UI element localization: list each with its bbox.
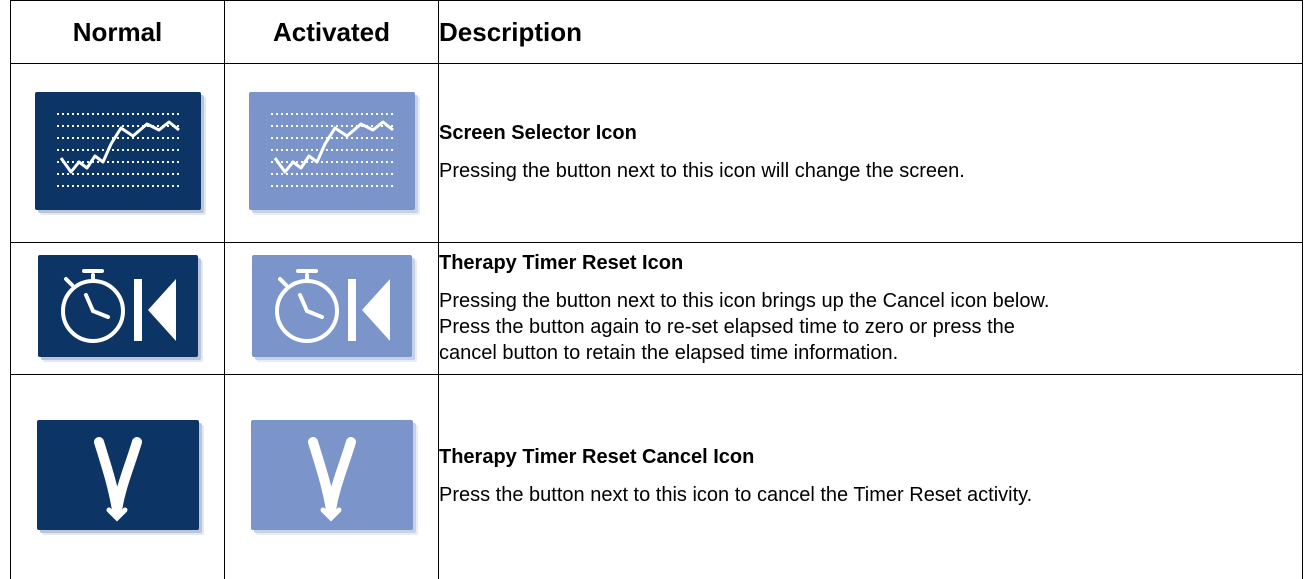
cancel-icon-normal: [36, 419, 199, 530]
table-header-row: Normal Activated Description: [10, 0, 1303, 64]
screen-selector-icon-activated: [248, 91, 415, 210]
item-description: Pressing the button next to this icon br…: [439, 289, 1050, 364]
header-activated: Activated: [224, 0, 439, 64]
header-normal: Normal: [10, 0, 225, 64]
timer-reset-icon-normal: [37, 255, 198, 357]
cancel-icon-activated: [250, 419, 413, 530]
item-title: Therapy Timer Reset Icon: [439, 251, 684, 274]
item-description: Press the button next to this icon to ca…: [439, 484, 1033, 506]
timer-reset-icon-activated: [251, 255, 412, 357]
icon-reference-table: Normal Activated Description Screen Sele…: [10, 0, 1303, 579]
table-row: Therapy Timer Reset Cancel Icon Press th…: [10, 374, 1303, 579]
table-row: Therapy Timer Reset Icon Pressing the bu…: [10, 242, 1303, 375]
screen-selector-icon-normal: [34, 91, 201, 210]
item-description: Pressing the button next to this icon wi…: [439, 160, 965, 182]
header-description: Description: [438, 0, 1303, 64]
table-row: Screen Selector Icon Pressing the button…: [10, 63, 1303, 243]
item-title: Screen Selector Icon: [439, 122, 637, 144]
item-title: Therapy Timer Reset Cancel Icon: [439, 446, 755, 468]
